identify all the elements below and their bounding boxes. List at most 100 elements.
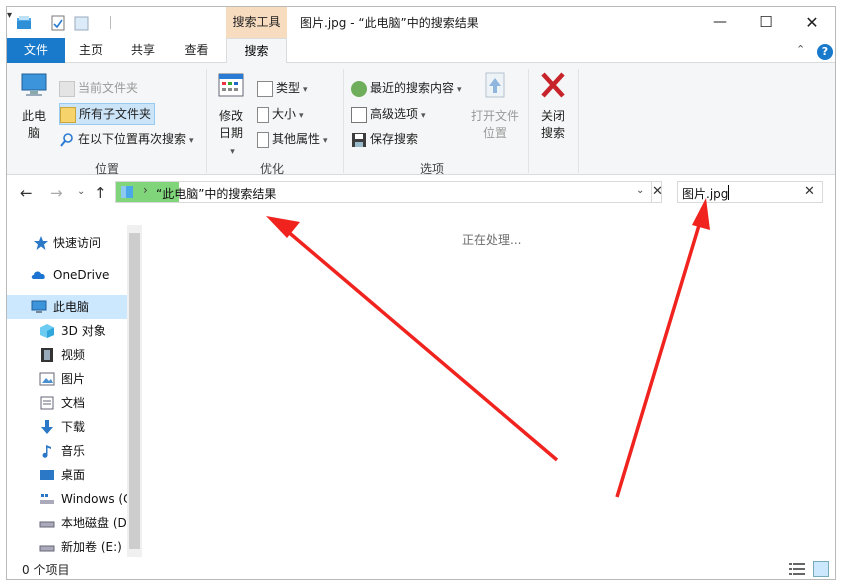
desktop-icon bbox=[40, 470, 54, 480]
navigation-bar: ← → ⌄ ↑ › “此电脑”中的搜索结果 ⌄ ✕ 图片.jpg ✕ bbox=[7, 175, 835, 213]
size-button[interactable]: 大小 ▾ bbox=[257, 103, 304, 125]
breadcrumb-chevron-icon[interactable]: › bbox=[143, 183, 148, 197]
cube-icon bbox=[40, 324, 54, 338]
sidebar-item-local-disk-d[interactable]: 本地磁盘 (D bbox=[7, 511, 127, 535]
date-modified-label: 修改日期 ▾ bbox=[217, 108, 245, 161]
film-icon bbox=[41, 348, 53, 362]
dropdown-icon: ▾ bbox=[230, 147, 235, 157]
document-icon bbox=[40, 396, 54, 410]
search-results-icon bbox=[121, 186, 133, 198]
subfolders-icon bbox=[60, 106, 76, 123]
this-pc-button[interactable]: 此电脑 bbox=[15, 69, 53, 142]
processing-message: 正在处理... bbox=[462, 233, 522, 247]
address-dropdown-icon[interactable]: ⌄ bbox=[636, 185, 644, 196]
dropdown-icon: ▾ bbox=[303, 85, 308, 95]
close-search-button[interactable]: 关闭搜索 bbox=[534, 69, 572, 142]
size-icon bbox=[257, 106, 269, 123]
sidebar-item-this-pc[interactable]: 此电脑 bbox=[7, 295, 127, 319]
other-properties-button[interactable]: 其他属性 ▾ bbox=[257, 128, 328, 150]
sidebar-item-label: 音乐 bbox=[61, 444, 86, 458]
sidebar-item-videos[interactable]: 视频 bbox=[7, 343, 127, 367]
close-button[interactable]: ✕ bbox=[789, 7, 835, 38]
properties-icon[interactable] bbox=[50, 15, 66, 31]
sidebar-item-quick-access[interactable]: 快速访问 bbox=[7, 231, 127, 255]
current-folder-button[interactable]: 当前文件夹 bbox=[59, 77, 138, 99]
sidebar-item-onedrive[interactable]: OneDrive bbox=[7, 263, 127, 287]
folder-icon bbox=[59, 80, 75, 97]
window-title: 图片.jpg - “此电脑”中的搜索结果 bbox=[300, 16, 479, 30]
kind-icon bbox=[257, 80, 273, 97]
help-icon[interactable]: ? bbox=[817, 44, 833, 60]
file-list-area[interactable]: 正在处理... bbox=[147, 213, 835, 557]
tab-file[interactable]: 文件 bbox=[7, 38, 65, 63]
search-input-value[interactable]: 图片.jpg bbox=[682, 185, 728, 202]
search-again-in-button[interactable]: 在以下位置再次搜索 ▾ bbox=[59, 128, 194, 150]
address-text[interactable]: “此电脑”中的搜索结果 bbox=[156, 185, 276, 202]
quick-access-dropdown-icon[interactable]: ▾ bbox=[7, 10, 12, 21]
navigation-pane: 快速访问 OneDrive 此电脑 3D 对象 视频 图片 文档 下载 音乐 桌… bbox=[7, 213, 147, 557]
large-icons-view-icon[interactable] bbox=[813, 561, 829, 577]
close-search-label: 关闭搜索 bbox=[540, 109, 565, 140]
advanced-options-button[interactable]: 高级选项 ▾ bbox=[351, 103, 426, 125]
sidebar-item-label: 新加卷 (E:) bbox=[61, 540, 122, 554]
up-arrow-icon[interactable]: ↑ bbox=[94, 184, 107, 202]
date-modified-button[interactable]: 修改日期 ▾ bbox=[211, 69, 251, 161]
properties-icon bbox=[257, 131, 269, 148]
kind-label: 类型 bbox=[276, 81, 301, 95]
ribbon: 此电脑 当前文件夹 所有子文件夹 在以下位置再次搜索 ▾ 位置 修改日期▾ 类型 ▾… bbox=[7, 63, 835, 176]
tab-home[interactable]: 主页 bbox=[65, 38, 117, 63]
sidebar-item-downloads[interactable]: 下载 bbox=[7, 415, 127, 439]
group-divider bbox=[528, 69, 529, 173]
group-divider bbox=[206, 69, 207, 173]
forward-arrow-icon[interactable]: → bbox=[50, 184, 63, 202]
picture-icon bbox=[39, 372, 55, 386]
dropdown-icon: ▾ bbox=[299, 111, 304, 121]
sidebar-scrollbar-thumb[interactable] bbox=[129, 233, 140, 549]
recent-searches-button[interactable]: 最近的搜索内容 ▾ bbox=[351, 77, 462, 99]
collapse-ribbon-icon[interactable]: ⌃ bbox=[796, 43, 805, 56]
address-bar[interactable]: › “此电脑”中的搜索结果 ⌄ ✕ bbox=[115, 181, 663, 203]
text-caret bbox=[728, 185, 729, 200]
toolbar-divider bbox=[110, 16, 111, 29]
sidebar-item-label: 下载 bbox=[61, 420, 86, 434]
open-file-location-button[interactable]: 打开文件位置 bbox=[467, 69, 523, 142]
back-arrow-icon[interactable]: ← bbox=[20, 184, 33, 202]
tab-view[interactable]: 查看 bbox=[169, 38, 224, 63]
sidebar-item-label: Windows (C bbox=[61, 492, 127, 506]
group-divider bbox=[343, 69, 344, 173]
recent-locations-icon[interactable]: ⌄ bbox=[77, 186, 85, 197]
maximize-button[interactable]: ☐ bbox=[743, 7, 789, 38]
search-clear-icon[interactable]: ✕ bbox=[804, 184, 815, 199]
cloud-icon bbox=[31, 271, 45, 279]
sidebar-item-music[interactable]: 音乐 bbox=[7, 439, 127, 463]
sidebar-item-3d-objects[interactable]: 3D 对象 bbox=[7, 319, 127, 343]
all-subfolders-button[interactable]: 所有子文件夹 bbox=[59, 103, 156, 125]
ribbon-tabs: 文件 主页 共享 查看 搜索 bbox=[7, 38, 835, 64]
sidebar-item-label: 桌面 bbox=[61, 468, 86, 482]
drive-icon bbox=[39, 545, 55, 552]
sidebar-item-windows-drive[interactable]: Windows (C bbox=[7, 487, 127, 511]
sidebar-item-label: 文档 bbox=[61, 396, 86, 410]
tab-share[interactable]: 共享 bbox=[117, 38, 169, 63]
calendar-icon bbox=[218, 73, 244, 97]
search-input[interactable]: 图片.jpg ✕ bbox=[677, 181, 823, 203]
kind-button[interactable]: 类型 ▾ bbox=[257, 77, 308, 99]
computer-icon bbox=[21, 73, 47, 96]
sidebar-item-pictures[interactable]: 图片 bbox=[7, 367, 127, 391]
search-tools-context-tab: 搜索工具 bbox=[226, 7, 287, 38]
details-view-icon[interactable] bbox=[789, 562, 805, 576]
sidebar-item-documents[interactable]: 文档 bbox=[7, 391, 127, 415]
folder-icon[interactable] bbox=[16, 15, 32, 31]
new-folder-icon[interactable] bbox=[74, 15, 90, 31]
address-clear-icon[interactable]: ✕ bbox=[651, 182, 663, 202]
minimize-button[interactable]: — bbox=[697, 7, 743, 38]
sidebar-item-desktop[interactable]: 桌面 bbox=[7, 463, 127, 487]
star-icon bbox=[34, 236, 48, 250]
save-search-label: 保存搜索 bbox=[370, 132, 419, 146]
sidebar-item-label: 3D 对象 bbox=[61, 324, 106, 338]
save-search-button[interactable]: 保存搜索 bbox=[351, 128, 418, 150]
sidebar-item-new-volume-e[interactable]: 新加卷 (E:) bbox=[7, 535, 127, 557]
advanced-options-icon bbox=[351, 106, 367, 123]
item-count: 0 个项目 bbox=[22, 563, 70, 577]
tab-search[interactable]: 搜索 bbox=[226, 38, 287, 64]
